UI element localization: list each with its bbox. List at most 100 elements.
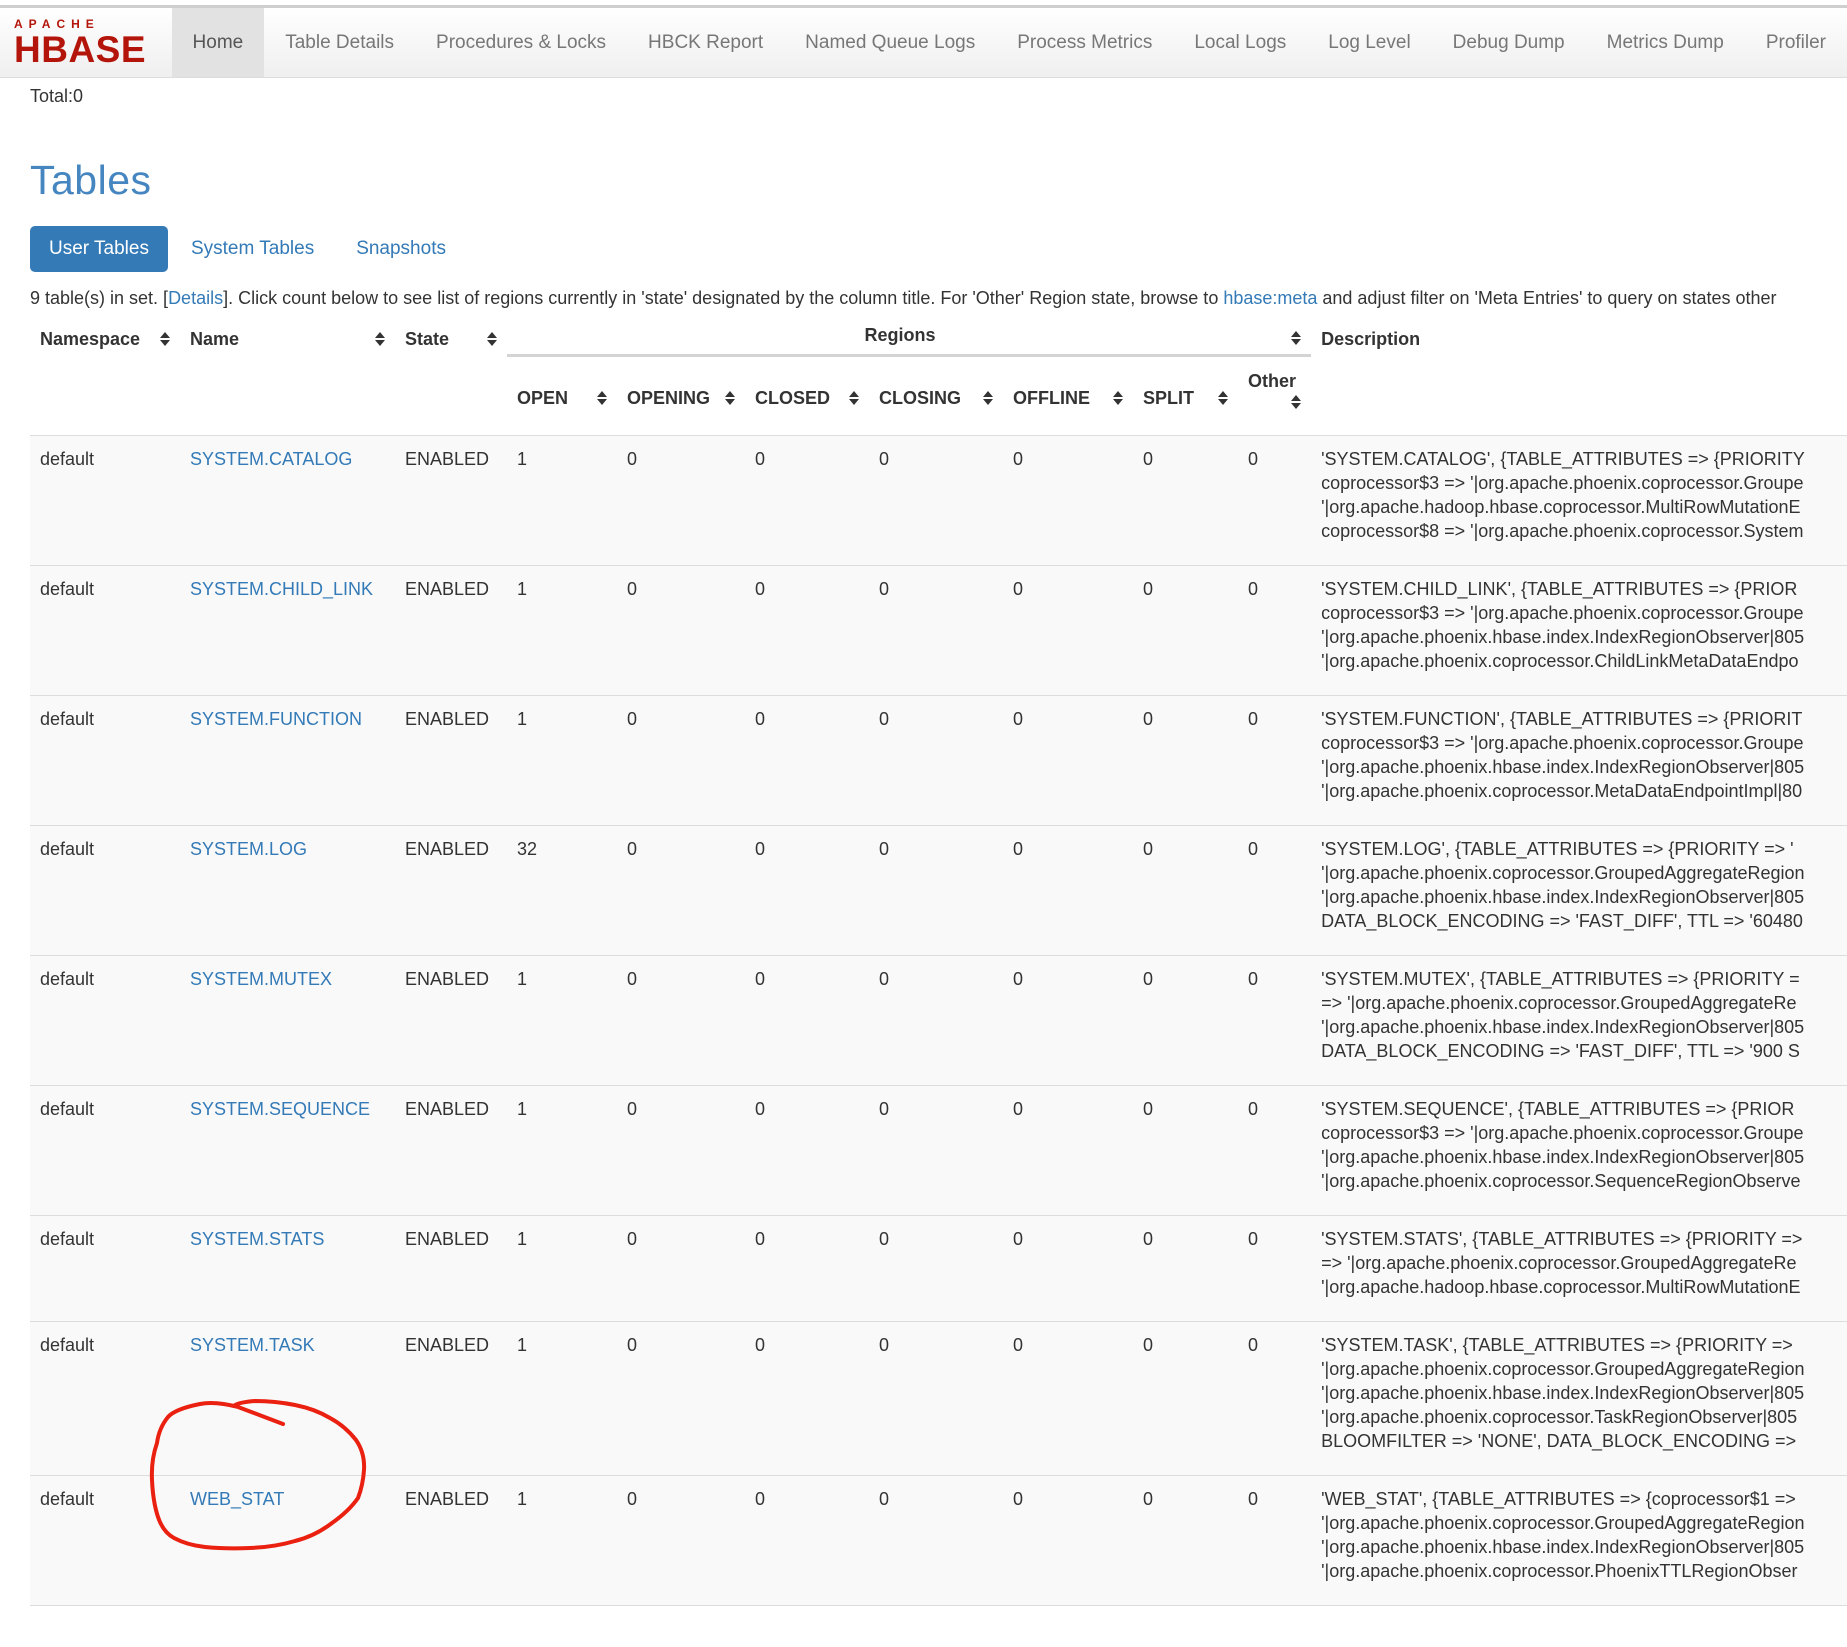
region-count-opening[interactable]: 0 (617, 1476, 745, 1606)
region-count-closing[interactable]: 0 (869, 436, 1003, 566)
region-count-other[interactable]: 0 (1238, 696, 1311, 826)
region-count-open[interactable]: 1 (507, 696, 617, 826)
col-header-name[interactable]: Name (180, 321, 395, 356)
region-count-other[interactable]: 0 (1238, 826, 1311, 956)
region-count-opening[interactable]: 0 (617, 436, 745, 566)
region-count-split[interactable]: 0 (1133, 696, 1238, 826)
region-count-closed[interactable]: 0 (745, 826, 869, 956)
nav-item-process-metrics[interactable]: Process Metrics (996, 8, 1173, 77)
table-name-link-system-child-link[interactable]: SYSTEM.CHILD_LINK (190, 579, 373, 599)
region-count-opening[interactable]: 0 (617, 956, 745, 1086)
nav-item-procedures-locks[interactable]: Procedures & Locks (415, 8, 627, 77)
nav-item-local-logs[interactable]: Local Logs (1173, 8, 1307, 77)
nav-item-home[interactable]: Home (172, 8, 265, 77)
region-count-opening[interactable]: 0 (617, 826, 745, 956)
region-count-closed[interactable]: 0 (745, 566, 869, 696)
region-count-open[interactable]: 1 (507, 566, 617, 696)
region-count-closed[interactable]: 0 (745, 696, 869, 826)
table-name-link-system-sequence[interactable]: SYSTEM.SEQUENCE (190, 1099, 370, 1119)
sort-icon[interactable] (725, 391, 735, 405)
region-count-split[interactable]: 0 (1133, 1216, 1238, 1322)
sort-icon[interactable] (487, 332, 497, 346)
col-group-header-regions[interactable]: Regions (507, 321, 1311, 356)
table-name-link-system-mutex[interactable]: SYSTEM.MUTEX (190, 969, 332, 989)
region-count-open[interactable]: 1 (507, 436, 617, 566)
col-header-closed[interactable]: CLOSED (745, 356, 869, 436)
tab-snapshots[interactable]: Snapshots (337, 226, 465, 272)
col-header-open[interactable]: OPEN (507, 356, 617, 436)
sort-icon[interactable] (375, 332, 385, 346)
col-header-opening[interactable]: OPENING (617, 356, 745, 436)
region-count-offline[interactable]: 0 (1003, 1322, 1133, 1476)
region-count-split[interactable]: 0 (1133, 1322, 1238, 1476)
region-count-closing[interactable]: 0 (869, 1086, 1003, 1216)
sort-icon[interactable] (160, 332, 170, 346)
region-count-split[interactable]: 0 (1133, 1476, 1238, 1606)
hbase-logo[interactable]: APACHE HBASE (0, 8, 172, 77)
region-count-split[interactable]: 0 (1133, 956, 1238, 1086)
table-name-link-system-log[interactable]: SYSTEM.LOG (190, 839, 307, 859)
sort-icon[interactable] (849, 391, 859, 405)
col-header-other[interactable]: Other (1238, 356, 1311, 436)
region-count-closing[interactable]: 0 (869, 1322, 1003, 1476)
region-count-offline[interactable]: 0 (1003, 696, 1133, 826)
sort-icon[interactable] (983, 391, 993, 405)
region-count-split[interactable]: 0 (1133, 826, 1238, 956)
table-name-link-system-task[interactable]: SYSTEM.TASK (190, 1335, 315, 1355)
details-link[interactable]: Details (168, 288, 223, 308)
region-count-open[interactable]: 1 (507, 956, 617, 1086)
table-name-link-system-catalog[interactable]: SYSTEM.CATALOG (190, 449, 352, 469)
sort-icon[interactable] (1113, 391, 1123, 405)
region-count-closed[interactable]: 0 (745, 1216, 869, 1322)
col-header-namespace[interactable]: Namespace (30, 321, 180, 356)
nav-item-table-details[interactable]: Table Details (264, 8, 415, 77)
region-count-closed[interactable]: 0 (745, 1086, 869, 1216)
region-count-closed[interactable]: 0 (745, 436, 869, 566)
region-count-opening[interactable]: 0 (617, 566, 745, 696)
region-count-opening[interactable]: 0 (617, 1322, 745, 1476)
region-count-open[interactable]: 32 (507, 826, 617, 956)
region-count-closing[interactable]: 0 (869, 566, 1003, 696)
region-count-other[interactable]: 0 (1238, 436, 1311, 566)
region-count-offline[interactable]: 0 (1003, 436, 1133, 566)
table-name-link-system-stats[interactable]: SYSTEM.STATS (190, 1229, 324, 1249)
region-count-closed[interactable]: 0 (745, 1476, 869, 1606)
region-count-closing[interactable]: 0 (869, 1216, 1003, 1322)
hbase-meta-link[interactable]: hbase:meta (1223, 288, 1317, 308)
region-count-offline[interactable]: 0 (1003, 1086, 1133, 1216)
sort-icon[interactable] (1291, 331, 1301, 345)
region-count-closing[interactable]: 0 (869, 956, 1003, 1086)
region-count-other[interactable]: 0 (1238, 1322, 1311, 1476)
sort-icon[interactable] (597, 391, 607, 405)
region-count-other[interactable]: 0 (1238, 566, 1311, 696)
region-count-other[interactable]: 0 (1238, 956, 1311, 1086)
region-count-other[interactable]: 0 (1238, 1216, 1311, 1322)
region-count-open[interactable]: 1 (507, 1322, 617, 1476)
region-count-offline[interactable]: 0 (1003, 1216, 1133, 1322)
sort-icon[interactable] (1291, 395, 1301, 409)
col-header-state[interactable]: State (395, 321, 507, 356)
region-count-closing[interactable]: 0 (869, 1476, 1003, 1606)
nav-item-hbck-report[interactable]: HBCK Report (627, 8, 784, 77)
nav-item-debug-dump[interactable]: Debug Dump (1432, 8, 1586, 77)
region-count-offline[interactable]: 0 (1003, 1476, 1133, 1606)
col-header-offline[interactable]: OFFLINE (1003, 356, 1133, 436)
region-count-offline[interactable]: 0 (1003, 826, 1133, 956)
nav-item-log-level[interactable]: Log Level (1307, 8, 1431, 77)
region-count-other[interactable]: 0 (1238, 1086, 1311, 1216)
nav-item-metrics-dump[interactable]: Metrics Dump (1586, 8, 1745, 77)
col-header-split[interactable]: SPLIT (1133, 356, 1238, 436)
region-count-split[interactable]: 0 (1133, 436, 1238, 566)
region-count-open[interactable]: 1 (507, 1086, 617, 1216)
region-count-offline[interactable]: 0 (1003, 956, 1133, 1086)
nav-item-named-queue-logs[interactable]: Named Queue Logs (784, 8, 996, 77)
region-count-opening[interactable]: 0 (617, 1216, 745, 1322)
region-count-closing[interactable]: 0 (869, 696, 1003, 826)
region-count-split[interactable]: 0 (1133, 1086, 1238, 1216)
region-count-split[interactable]: 0 (1133, 566, 1238, 696)
table-name-link-system-function[interactable]: SYSTEM.FUNCTION (190, 709, 362, 729)
tab-user-tables[interactable]: User Tables (30, 226, 168, 272)
region-count-closed[interactable]: 0 (745, 956, 869, 1086)
region-count-opening[interactable]: 0 (617, 1086, 745, 1216)
tab-system-tables[interactable]: System Tables (172, 226, 333, 272)
